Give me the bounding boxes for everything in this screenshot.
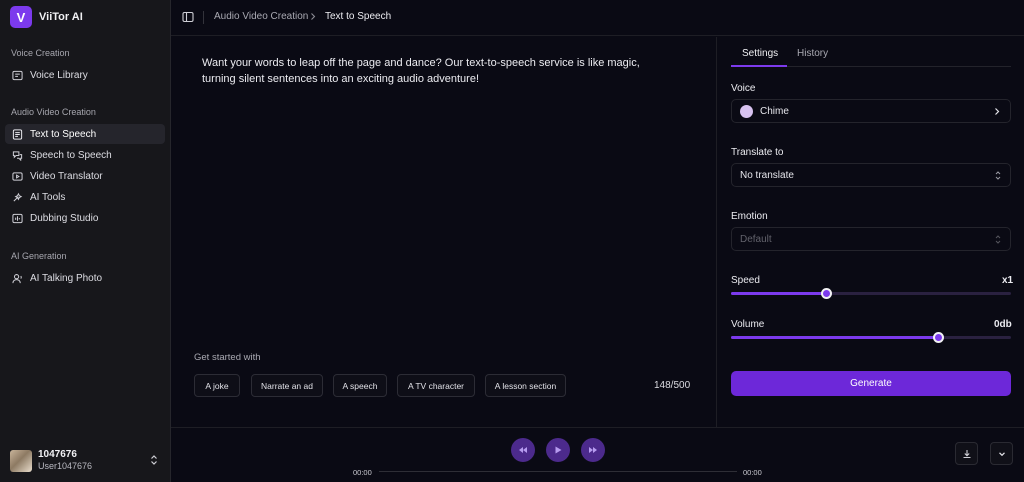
speed-slider-thumb[interactable] <box>821 288 833 299</box>
translate-label: Translate to <box>731 147 784 158</box>
section-title-audio-video-creation: Audio Video Creation <box>11 107 96 117</box>
document-text-icon <box>12 128 23 140</box>
volume-label: Volume <box>731 319 765 330</box>
voice-label: Voice <box>731 83 756 94</box>
text-input-area[interactable]: Want your words to leap off the page and… <box>202 55 672 87</box>
fast-forward-icon <box>589 447 597 453</box>
settings-panel: Settings History Voice Chime Translate t… <box>718 37 1024 427</box>
chip-a-joke[interactable]: A joke <box>194 374 240 397</box>
chevron-down-icon <box>998 451 1005 456</box>
sidebar-item-video-translator[interactable]: Video Translator <box>5 166 165 186</box>
sidebar-item-label: AI Tools <box>30 191 66 203</box>
ai-tools-icon <box>12 192 23 203</box>
sidebar-item-label: AI Talking Photo <box>30 272 103 284</box>
download-button[interactable] <box>955 442 978 465</box>
speed-slider[interactable] <box>731 288 1011 299</box>
breadcrumb-current: Text to Speech <box>325 11 392 22</box>
sidebar-item-text-to-speech[interactable]: Text to Speech <box>5 124 165 144</box>
sidebar: V ViiTor AI Voice Creation Voice Library… <box>0 0 171 482</box>
sidebar-item-label: Speech to Speech <box>30 149 112 161</box>
translate-select[interactable]: No translate <box>731 163 1011 187</box>
chip-narrate-an-ad[interactable]: Narrate an ad <box>251 374 323 397</box>
collapse-player-button[interactable] <box>990 442 1013 465</box>
rewind-button[interactable] <box>511 438 535 462</box>
chevron-right-icon <box>995 108 1000 115</box>
speed-slider-fill <box>731 292 827 295</box>
chip-a-speech[interactable]: A speech <box>333 374 387 397</box>
sidebar-item-ai-tools[interactable]: AI Tools <box>5 187 165 207</box>
total-time: 00:00 <box>743 468 762 477</box>
generate-button[interactable]: Generate <box>731 371 1011 396</box>
active-tab-indicator <box>731 65 787 67</box>
sidebar-item-ai-talking-photo[interactable]: AI Talking Photo <box>5 268 165 288</box>
text-editor: Want your words to leap off the page and… <box>171 37 717 427</box>
section-title-ai-generation: AI Generation <box>11 251 67 261</box>
volume-slider[interactable] <box>731 332 1011 343</box>
dubbing-icon <box>12 213 23 224</box>
chevron-up-down-icon <box>995 171 1001 180</box>
rewind-icon <box>519 447 527 453</box>
avatar <box>10 449 32 472</box>
chevron-up-down-icon <box>995 235 1001 244</box>
toggle-sidebar-icon[interactable] <box>182 11 194 23</box>
voice-library-icon <box>12 70 23 81</box>
chevron-right-icon <box>311 13 316 20</box>
voice-selector[interactable]: Chime <box>731 99 1011 123</box>
voice-avatar-icon <box>740 104 753 118</box>
emotion-label: Emotion <box>731 211 768 222</box>
volume-value: 0db <box>994 319 1012 330</box>
play-icon <box>555 446 562 454</box>
get-started-label: Get started with <box>194 352 261 363</box>
top-bar: Audio Video Creation Text to Speech <box>171 0 1024 36</box>
translate-value: No translate <box>740 169 794 181</box>
video-translate-icon <box>12 171 23 182</box>
audio-player: 00:00 00:00 <box>171 427 1024 482</box>
playback-progress[interactable] <box>379 471 737 472</box>
voice-value: Chime <box>760 105 789 117</box>
section-title-voice-creation: Voice Creation <box>11 48 70 58</box>
app-name: ViiTor AI <box>39 11 83 23</box>
chip-a-tv-character[interactable]: A TV character <box>397 374 475 397</box>
volume-slider-thumb[interactable] <box>933 332 945 343</box>
play-button[interactable] <box>546 438 570 462</box>
sidebar-item-label: Video Translator <box>30 170 103 182</box>
sidebar-item-label: Dubbing Studio <box>30 212 99 224</box>
sidebar-item-speech-to-speech[interactable]: Speech to Speech <box>5 145 165 165</box>
tab-history[interactable]: History <box>797 48 828 59</box>
tab-settings[interactable]: Settings <box>742 48 778 59</box>
user-profile[interactable]: 1047676 User1047676 <box>10 449 92 472</box>
speed-label: Speed <box>731 275 760 286</box>
chevron-up-down-icon[interactable] <box>149 454 159 466</box>
chip-a-lesson-section[interactable]: A lesson section <box>485 374 566 397</box>
emotion-select[interactable]: Default <box>731 227 1011 251</box>
speed-value: x1 <box>1002 275 1014 286</box>
app-logo: V <box>10 6 32 28</box>
divider <box>203 11 204 24</box>
download-icon <box>963 449 970 458</box>
brand[interactable]: V ViiTor AI <box>10 6 83 28</box>
sidebar-item-voice-library[interactable]: Voice Library <box>5 65 165 85</box>
speech-convert-icon <box>12 150 23 161</box>
character-counter: 148/500 <box>654 380 691 391</box>
talking-photo-icon <box>12 273 23 284</box>
emotion-value: Default <box>740 233 772 245</box>
sidebar-item-dubbing-studio[interactable]: Dubbing Studio <box>5 208 165 228</box>
current-time: 00:00 <box>353 468 372 477</box>
sidebar-item-label: Voice Library <box>30 69 88 81</box>
user-id: User1047676 <box>38 461 93 471</box>
fast-forward-button[interactable] <box>581 438 605 462</box>
user-name: 1047676 <box>38 449 77 460</box>
sidebar-item-label: Text to Speech <box>30 128 97 140</box>
breadcrumb-parent[interactable]: Audio Video Creation <box>214 11 308 22</box>
volume-slider-fill <box>731 336 939 339</box>
